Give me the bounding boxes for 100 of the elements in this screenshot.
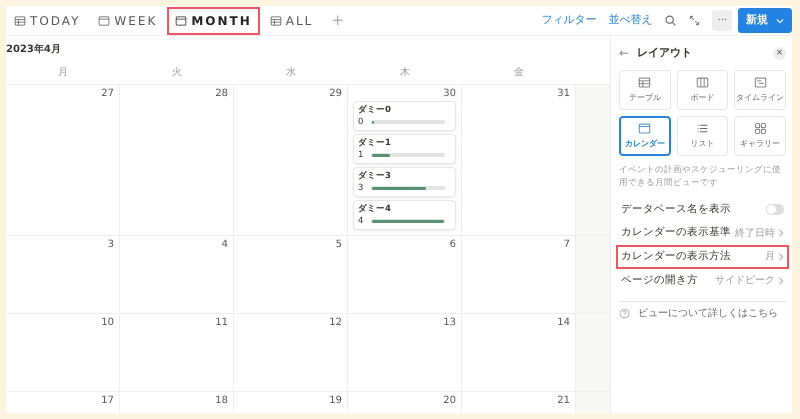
weekday-label: 火 <box>120 61 234 85</box>
new-button[interactable]: 新規 <box>738 8 792 33</box>
view-tab[interactable]: TODAY <box>6 6 88 34</box>
progress-value: 3 <box>358 182 364 194</box>
day-number: 6 <box>448 238 456 252</box>
day-number: 13 <box>442 316 456 330</box>
toggle-switch[interactable] <box>766 204 784 215</box>
close-button[interactable]: × <box>773 46 786 60</box>
day-number: 5 <box>334 238 342 252</box>
setting-value: 月 <box>765 250 775 264</box>
view-tab[interactable]: MONTH <box>167 6 260 34</box>
day-cell[interactable]: 5 <box>234 236 348 314</box>
day-cell[interactable]: 10 <box>6 314 120 392</box>
chevron-right-icon <box>778 276 784 285</box>
day-cell[interactable]: 13 <box>348 314 462 392</box>
setting-label: カレンダーの表示方法 <box>621 249 731 264</box>
setting-row[interactable]: ページの開き方 サイドピーク <box>616 268 789 292</box>
back-button[interactable]: ← <box>619 44 630 62</box>
view-tab[interactable]: ALL <box>262 6 322 34</box>
calendar-icon <box>638 122 652 135</box>
day-number: 27 <box>100 87 114 101</box>
columns-icon <box>696 76 709 89</box>
setting-label: カレンダーの表示基準 <box>621 225 731 240</box>
layout-option[interactable]: タイムライン <box>734 70 786 110</box>
day-cell[interactable]: 3 <box>6 236 120 314</box>
day-cell[interactable]: 27 <box>6 85 120 236</box>
setting-label: データベース名を表示 <box>621 202 731 216</box>
day-cell[interactable]: 30 ダミー0 0 ダミー1 1 ダミー3 3 ダミー4 4 <box>348 85 462 236</box>
day-number: 11 <box>214 316 228 330</box>
layout-option[interactable]: ボード <box>676 70 728 110</box>
calendar-icon <box>98 14 110 26</box>
layout-option[interactable]: ギャラリー <box>734 116 786 156</box>
layout-option[interactable]: リスト <box>676 116 728 156</box>
progress-value: 1 <box>358 149 364 161</box>
day-number: 3 <box>106 238 114 252</box>
day-number: 21 <box>556 394 570 408</box>
day-number: 30 <box>442 87 456 101</box>
layout-description: イベントの計画やスケジューリングに使用できる月間ビューです <box>619 164 782 190</box>
day-cell[interactable]: 18 <box>120 392 234 413</box>
event-card[interactable]: ダミー4 4 <box>353 200 456 230</box>
weekday-label: 木 <box>348 61 462 85</box>
more-button[interactable]: ··· <box>712 10 732 31</box>
day-number: 12 <box>328 316 342 330</box>
day-cell[interactable]: 6 <box>348 236 462 314</box>
chevron-right-icon <box>778 229 784 238</box>
table-icon <box>638 76 652 89</box>
day-cell[interactable]: 12 <box>234 314 348 392</box>
setting-label: ページの開き方 <box>621 272 698 288</box>
event-card[interactable]: ダミー3 3 <box>353 167 456 197</box>
day-cell[interactable]: 19 <box>234 392 348 413</box>
setting-value: サイドピーク <box>715 274 775 288</box>
layout-option[interactable]: カレンダー <box>619 116 671 156</box>
calendar-icon <box>175 14 188 26</box>
day-cell[interactable]: 11 <box>120 314 234 392</box>
day-cell[interactable]: 29 <box>234 85 348 236</box>
day-cell[interactable]: 28 <box>120 85 234 236</box>
day-number: 29 <box>328 87 342 101</box>
weekday-label: 月 <box>6 61 120 85</box>
table-icon <box>14 14 26 26</box>
setting-value: 終了日時 <box>735 226 775 241</box>
chevron-right-icon <box>778 252 784 261</box>
event-title: ダミー3 <box>358 170 392 182</box>
event-title: ダミー4 <box>358 203 392 215</box>
layout-option[interactable]: テーブル <box>619 70 671 110</box>
day-number: 14 <box>556 316 570 330</box>
day-number: 17 <box>100 394 114 408</box>
table-icon <box>270 14 282 26</box>
day-number: 28 <box>214 87 228 101</box>
timeline-icon <box>754 76 767 89</box>
event-card[interactable]: ダミー0 0 <box>353 101 456 131</box>
event-title: ダミー1 <box>358 137 392 149</box>
weekday-label: 水 <box>234 61 348 85</box>
month-title: 2023年4月 <box>6 42 62 57</box>
panel-title: レイアウト <box>637 44 694 61</box>
day-number: 7 <box>562 238 570 252</box>
list-icon <box>696 122 709 135</box>
day-cell[interactable]: 20 <box>348 392 462 413</box>
grid-icon <box>754 122 767 135</box>
sort-link[interactable]: 並べ替え <box>602 12 658 29</box>
setting-row[interactable]: カレンダーの表示方法 月 <box>616 245 789 269</box>
filter-link[interactable]: フィルター <box>535 12 602 29</box>
event-card[interactable]: ダミー1 1 <box>353 134 456 164</box>
day-number: 20 <box>442 394 456 408</box>
help-link[interactable]: ビューについて詳しくはこちら <box>638 306 778 320</box>
progress-value: 0 <box>358 116 364 128</box>
day-number: 18 <box>214 394 228 408</box>
chevron-down-icon <box>776 16 784 24</box>
day-number: 19 <box>328 394 342 408</box>
day-cell[interactable]: 17 <box>6 392 120 413</box>
setting-row[interactable]: データベース名を表示 <box>616 198 789 222</box>
view-tab[interactable]: WEEK <box>90 6 166 34</box>
day-number: 4 <box>220 238 228 252</box>
event-title: ダミー0 <box>358 104 392 116</box>
day-cell[interactable]: 4 <box>120 236 234 314</box>
day-number: 10 <box>100 316 114 330</box>
search-icon[interactable] <box>664 14 678 27</box>
setting-row[interactable]: カレンダーの表示基準 終了日時 <box>616 221 789 245</box>
progress-value: 4 <box>358 215 364 227</box>
day-number: 31 <box>556 87 570 101</box>
expand-icon[interactable] <box>689 15 700 26</box>
